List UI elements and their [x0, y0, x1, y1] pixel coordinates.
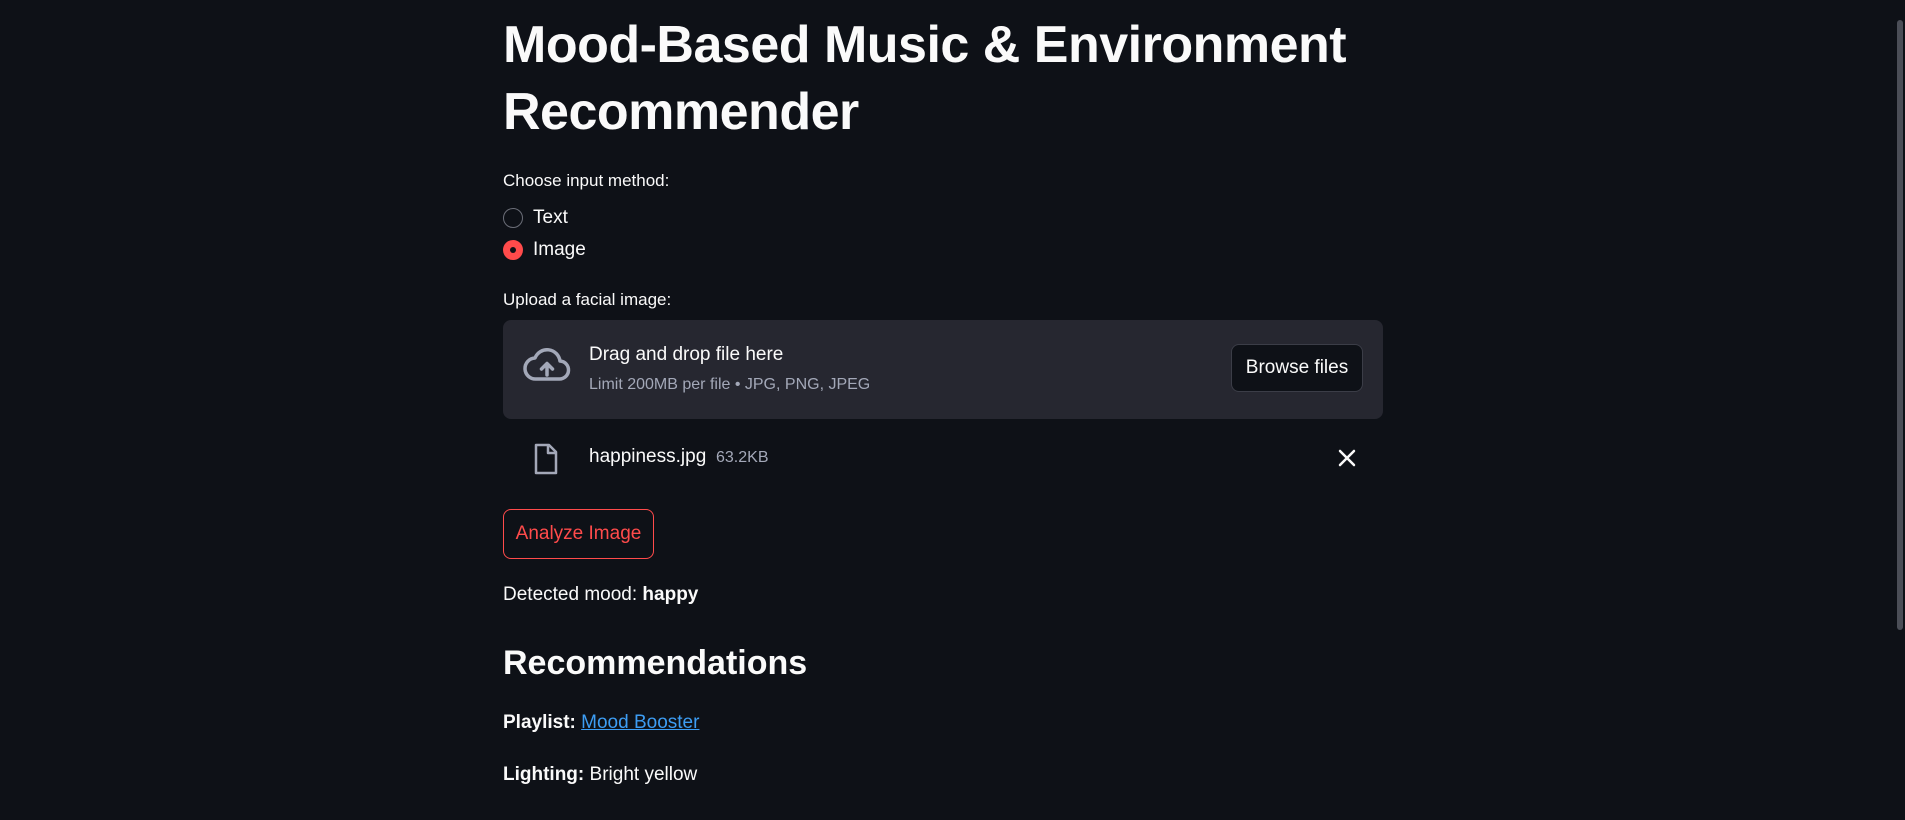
detected-mood-value: happy	[642, 584, 699, 605]
toolbar-edge	[1795, 0, 1865, 4]
dropzone-title: Drag and drop file here	[589, 344, 784, 365]
radio-option-text[interactable]: Text	[503, 207, 568, 229]
lighting-line: Lighting: Bright yellow	[503, 764, 697, 786]
file-name: happiness.jpg	[589, 446, 707, 467]
recommendations-heading: Recommendations	[503, 644, 808, 682]
playlist-link[interactable]: Mood Booster	[581, 712, 699, 733]
dropzone-limits: Limit 200MB per file • JPG, PNG, JPEG	[589, 376, 871, 393]
browse-files-button[interactable]: Browse files	[1231, 344, 1363, 392]
radio-button-image[interactable]	[503, 240, 523, 260]
close-icon[interactable]	[1337, 448, 1357, 468]
file-icon	[533, 443, 559, 475]
radio-label-image: Image	[533, 239, 586, 260]
detected-mood-label: Detected mood:	[503, 584, 643, 605]
page-title: Mood-Based Music & Environment Recommend…	[503, 16, 1347, 141]
lighting-value: Bright yellow	[589, 764, 698, 785]
uploaded-file-row: happiness.jpg 63.2KB	[503, 436, 1383, 480]
scrollbar-thumb[interactable]	[1897, 20, 1903, 630]
input-method-label: Choose input method:	[503, 171, 670, 190]
playlist-line: Playlist: Mood Booster	[503, 712, 699, 734]
lighting-label: Lighting:	[503, 764, 585, 785]
vertical-scrollbar[interactable]	[1895, 0, 1905, 820]
detected-mood: Detected mood: happy	[503, 584, 698, 606]
cloud-upload-icon	[523, 346, 571, 386]
radio-button-text[interactable]	[503, 208, 523, 228]
playlist-label: Playlist:	[503, 712, 576, 733]
radio-label-text: Text	[533, 207, 568, 228]
file-size: 63.2KB	[716, 449, 769, 466]
file-dropzone[interactable]: Drag and drop file here Limit 200MB per …	[503, 320, 1383, 419]
app-root: Mood-Based Music & Environment Recommend…	[0, 0, 1905, 820]
radio-option-image[interactable]: Image	[503, 239, 586, 261]
upload-label: Upload a facial image:	[503, 290, 672, 309]
analyze-image-button[interactable]: Analyze Image	[503, 509, 654, 559]
